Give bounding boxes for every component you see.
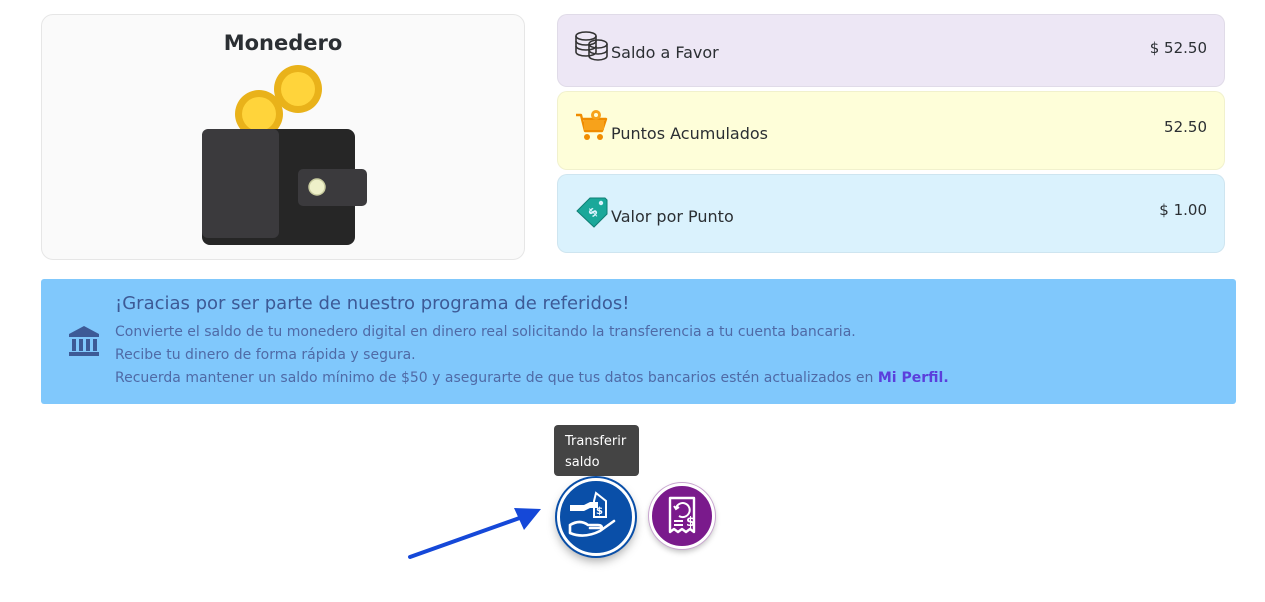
cart-gear-icon bbox=[576, 110, 608, 140]
pointer-arrow-icon bbox=[408, 508, 541, 559]
svg-text:$: $ bbox=[686, 515, 695, 530]
saldo-a-favor-card: Saldo a Favor $ 52.50 bbox=[557, 14, 1225, 87]
saldo-a-favor-value: $ 52.50 bbox=[1149, 39, 1207, 57]
svg-text:$: $ bbox=[596, 506, 603, 517]
wallet-with-coins-illustration bbox=[202, 65, 367, 245]
price-tag-icon: $ bbox=[576, 197, 608, 228]
transfer-tooltip: Transferir saldo bbox=[554, 425, 639, 476]
bank-icon bbox=[69, 326, 99, 356]
banner-title: ¡Gracias por ser parte de nuestro progra… bbox=[115, 293, 630, 314]
hand-money-transfer-icon: $ bbox=[568, 491, 616, 537]
puntos-acumulados-value: 52.50 bbox=[1164, 118, 1207, 136]
banner-text-line: Recuerda mantener un saldo mínimo de $50… bbox=[115, 370, 949, 386]
receipt-refund-icon: $ bbox=[668, 496, 696, 534]
referral-info-banner: ¡Gracias por ser parte de nuestro progra… bbox=[41, 279, 1236, 404]
refund-history-button[interactable]: $ bbox=[649, 483, 715, 549]
valor-por-punto-value: $ 1.00 bbox=[1159, 201, 1207, 219]
wallet-title: Monedero bbox=[223, 31, 343, 55]
mi-perfil-link[interactable]: Mi Perfil. bbox=[878, 370, 949, 386]
puntos-acumulados-card: Puntos Acumulados 52.50 bbox=[557, 91, 1225, 170]
tooltip-line: Transferir bbox=[565, 434, 627, 449]
transfer-balance-button[interactable]: $ bbox=[557, 478, 635, 556]
valor-por-punto-label: Valor por Punto bbox=[611, 207, 734, 226]
tooltip-line: saldo bbox=[565, 455, 600, 470]
wallet-card: Monedero bbox=[41, 14, 525, 260]
banner-reminder-text: Recuerda mantener un saldo mínimo de $50… bbox=[115, 370, 874, 386]
puntos-acumulados-label: Puntos Acumulados bbox=[611, 124, 768, 143]
valor-por-punto-card: $ Valor por Punto $ 1.00 bbox=[557, 174, 1225, 253]
saldo-a-favor-label: Saldo a Favor bbox=[611, 43, 719, 62]
banner-text-line: Convierte el saldo de tu monedero digita… bbox=[115, 324, 856, 340]
coins-stack-icon bbox=[575, 31, 608, 61]
banner-text-line: Recibe tu dinero de forma rápida y segur… bbox=[115, 347, 416, 363]
